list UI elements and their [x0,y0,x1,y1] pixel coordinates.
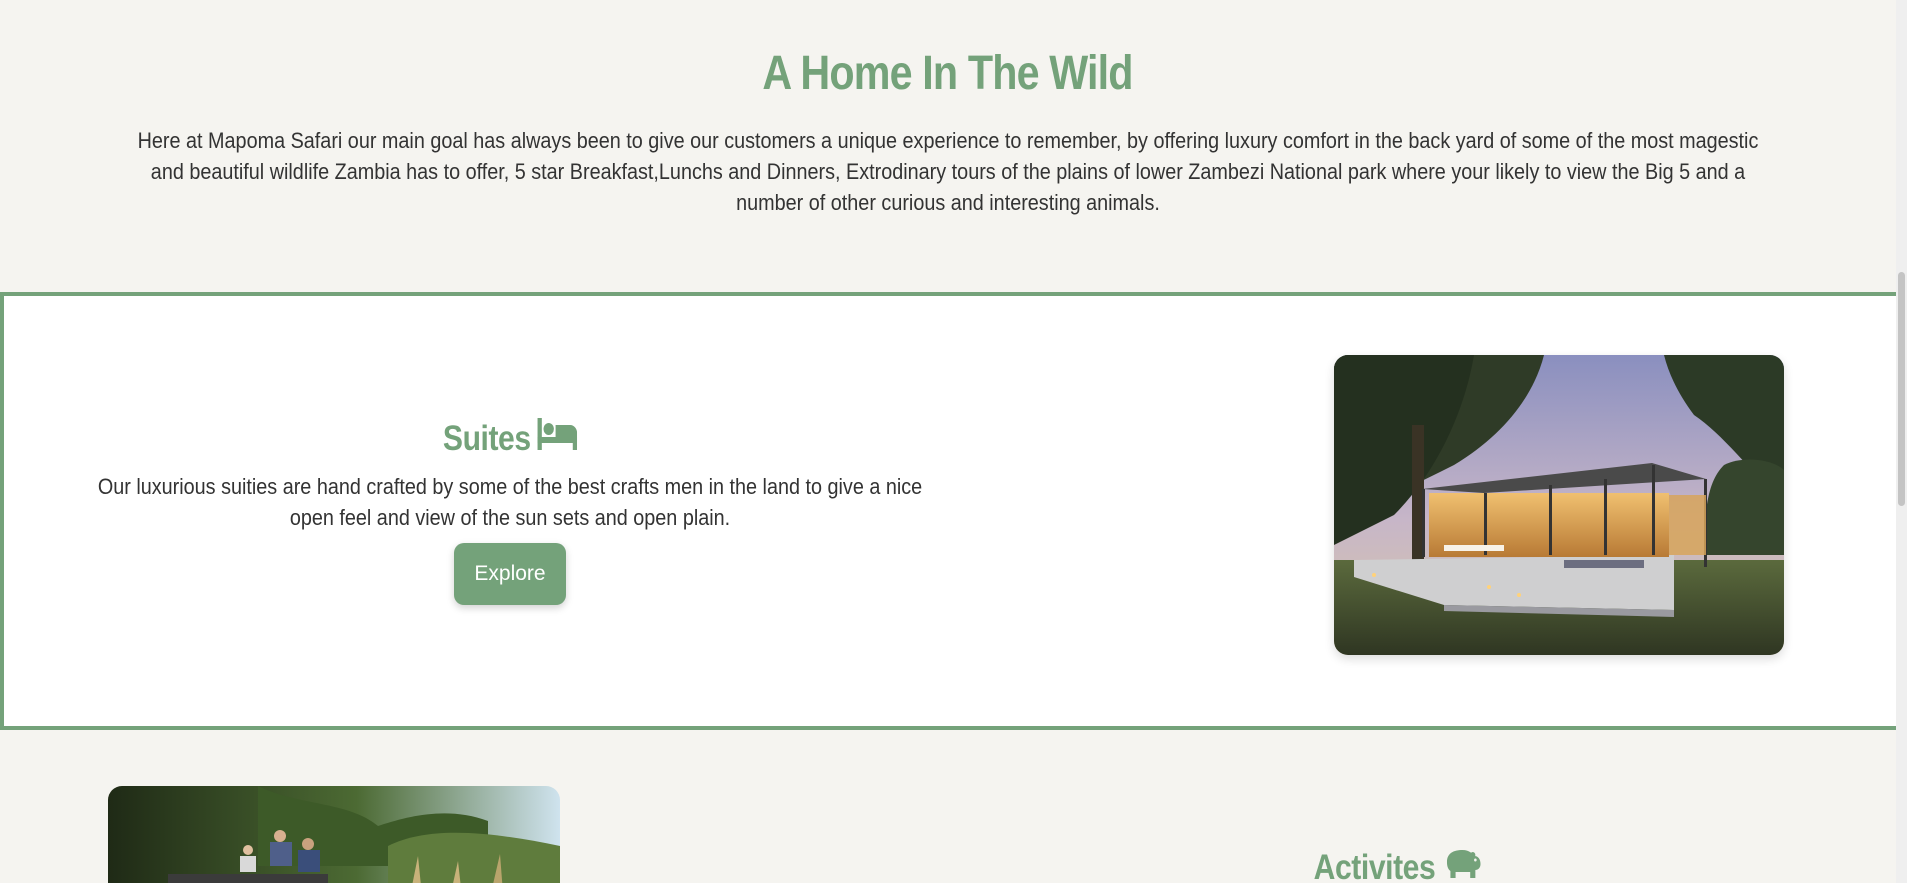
suites-heading: Suites [442,418,578,459]
suite-photo [1334,355,1784,655]
activities-heading-wrap: Activites [1300,846,1495,883]
intro-section: A Home In The Wild Here at Mapoma Safari… [0,0,1895,218]
vertical-scrollbar[interactable] [1896,0,1907,883]
activities-heading-label: Activites [1313,847,1436,883]
explore-button[interactable]: Explore [454,543,566,605]
activity-photo [108,786,560,883]
bed-icon [537,418,578,459]
intro-text: Here at Mapoma Safari our main goal has … [137,128,1758,215]
scrollbar-thumb[interactable] [1898,272,1905,506]
page: A Home In The Wild Here at Mapoma Safari… [0,0,1907,883]
suites-heading-label: Suites [442,418,531,458]
activities-heading: Activites [1314,846,1482,883]
hippo-icon [1442,846,1482,883]
page-title: A Home In The Wild [762,47,1133,100]
suites-info: Suites Our luxurious suities are hand cr… [48,418,972,605]
suites-section: Suites Our luxurious suities are hand cr… [0,292,1901,730]
suites-description: Our luxurious suities are hand crafted b… [97,474,923,530]
